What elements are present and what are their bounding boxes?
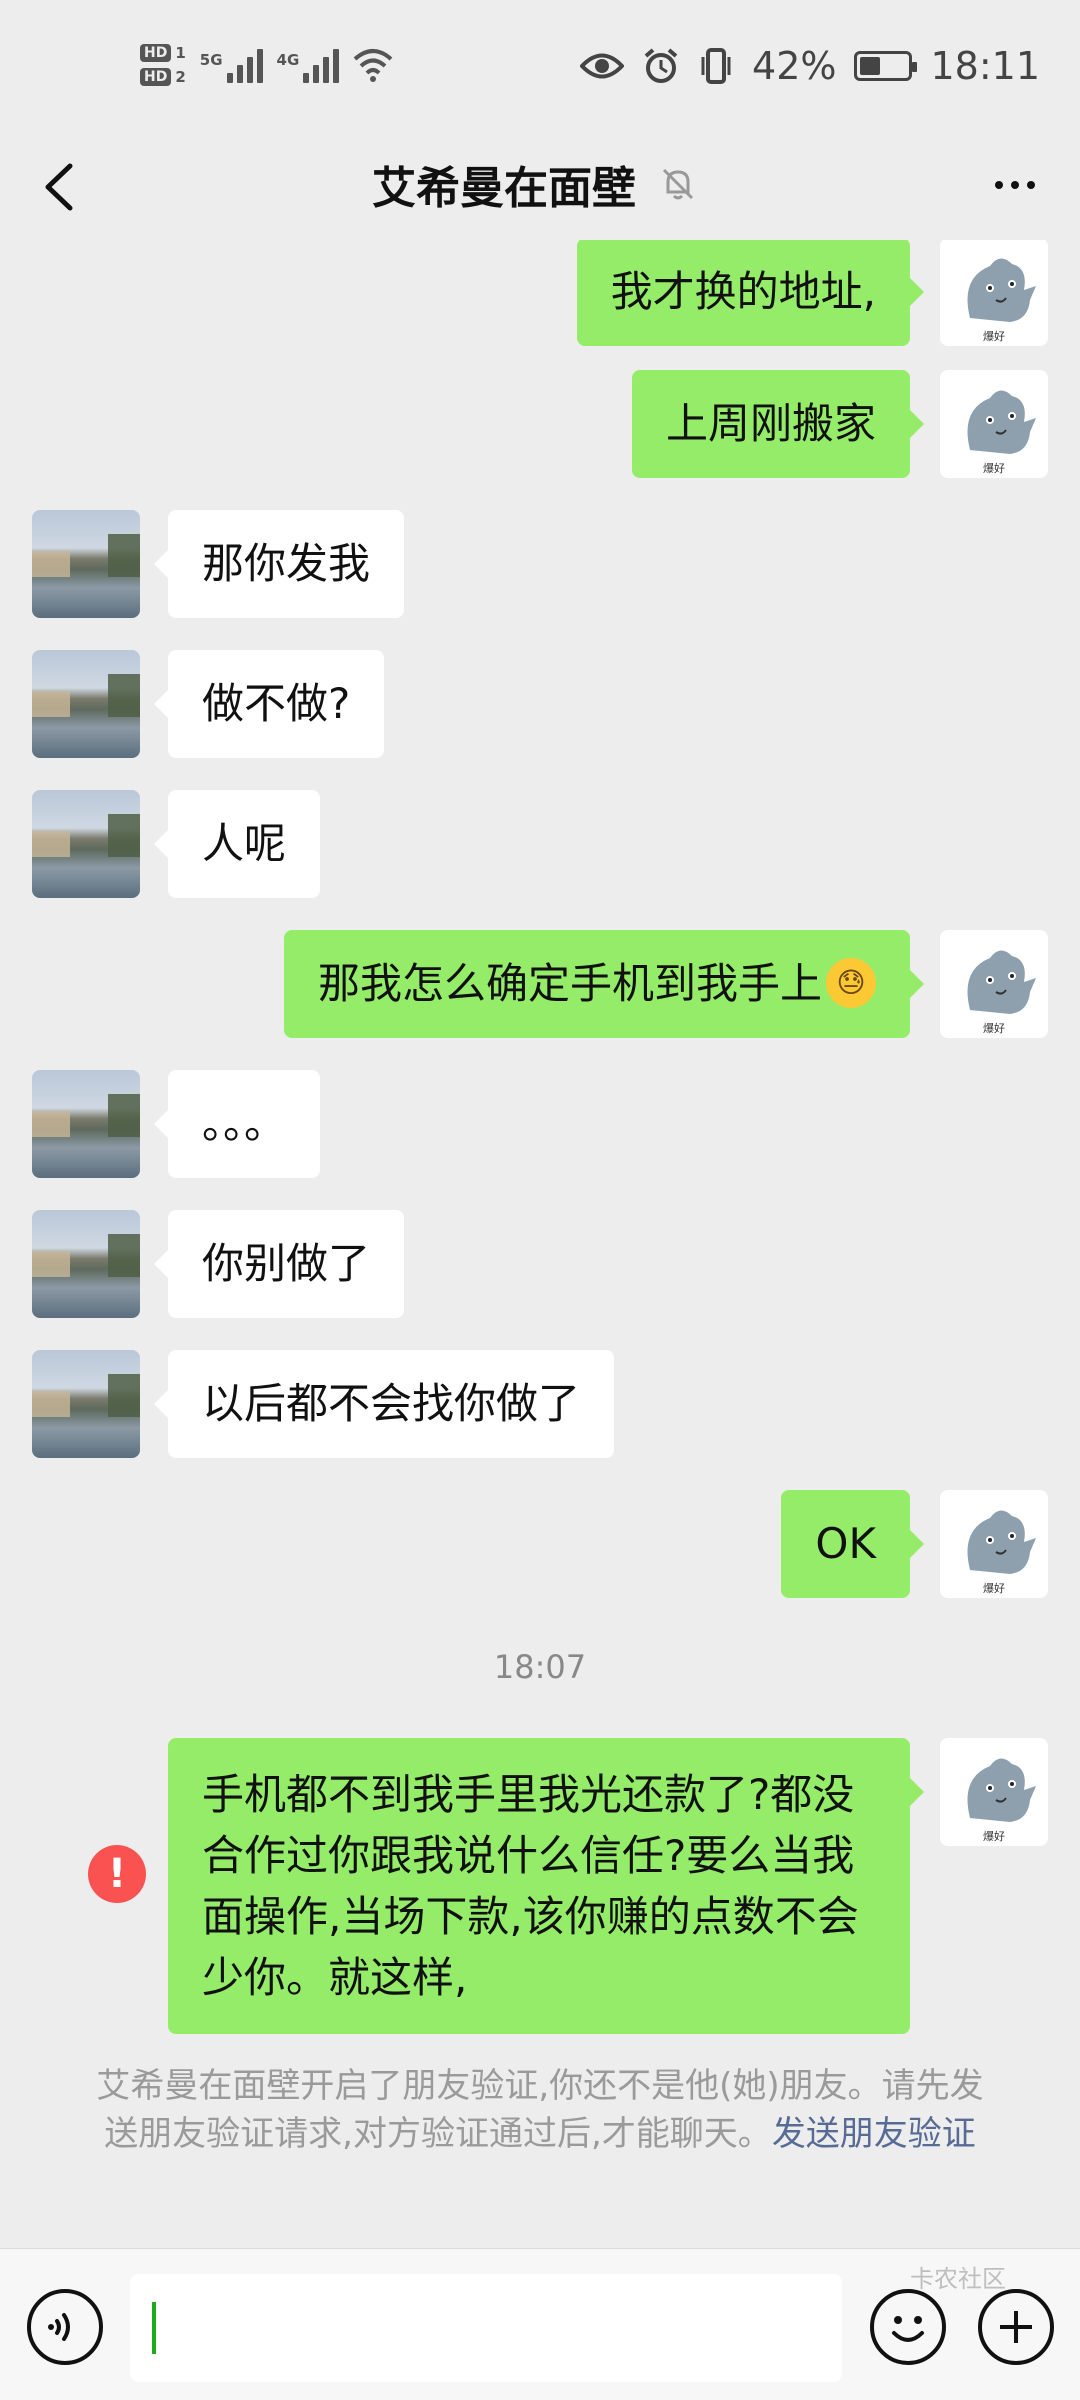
more-functions-button[interactable]: [978, 2289, 1054, 2365]
battery-fill: [860, 57, 880, 75]
status-left: HD 1 HD 2 5G 4G: [140, 30, 393, 100]
sim1-indicator: HD 1: [140, 44, 186, 62]
status-bar: HD 1 HD 2 5G 4G 42% 18:11: [0, 0, 1080, 130]
back-arrow-icon: [45, 163, 73, 211]
alarm-icon: [644, 48, 678, 83]
message-input[interactable]: [130, 2274, 842, 2382]
hd-badge: HD: [140, 44, 172, 62]
eye-icon: [580, 53, 625, 79]
chat-title: 艾希曼在面壁: [372, 163, 636, 214]
my-avatar[interactable]: 爆好: [940, 240, 1048, 346]
hd-badge: HD: [140, 68, 172, 86]
message-list[interactable]: 我才换的地址, 爆好 上周刚搬家 爆好 那你发我 做不做? 人呢 那我怎么确定手…: [0, 240, 1080, 2235]
dinosaur-sticker-icon: 爆好: [967, 390, 1036, 475]
signal-5g: 5G: [200, 47, 263, 83]
sticker-label: 爆好: [983, 1829, 1005, 1843]
sim2-indicator: HD 2: [140, 68, 186, 86]
contact-avatar[interactable]: [32, 1350, 140, 1458]
status-right: 42% 18:11: [580, 36, 1040, 96]
sticker-label: 爆好: [983, 461, 1005, 475]
friend-verification-notice: 艾希曼在面壁开启了朋友验证,你还不是他(她)朋友。请先发送朋友验证请求,对方验证…: [90, 2062, 990, 2158]
message-bubble-incoming[interactable]: 人呢: [153, 790, 321, 898]
input-bar: 卡农社区: [0, 2248, 1080, 2400]
my-avatar[interactable]: 爆好: [940, 930, 1048, 1038]
contact-avatar[interactable]: [32, 790, 140, 898]
mute-bell-icon: [662, 168, 694, 200]
message-bubble-incoming[interactable]: 你别做了: [153, 1210, 405, 1318]
watermark-logo: 卡农社区: [910, 2265, 1006, 2293]
wifi-icon: [353, 49, 393, 82]
contact-avatar[interactable]: [32, 650, 140, 758]
message-bubble-outgoing[interactable]: 上周刚搬家: [631, 370, 925, 478]
chat-header: 艾希曼在面壁: [0, 130, 1080, 240]
text-cursor: [152, 2302, 156, 2354]
voice-input-button[interactable]: [27, 2289, 103, 2365]
sim2-slot: 2: [175, 68, 186, 86]
more-dot-icon: [995, 181, 1003, 189]
dinosaur-sticker-icon: 爆好: [967, 1510, 1036, 1595]
more-options-button[interactable]: [980, 160, 1050, 210]
sweat-face-emoji-icon: 😓: [826, 957, 876, 1008]
message-bubble-outgoing[interactable]: 我才换的地址,: [576, 240, 925, 346]
header-title-group: 艾希曼在面壁: [372, 152, 698, 216]
sticker-label: 爆好: [983, 1021, 1005, 1035]
signal-bars-icon: [226, 47, 263, 83]
signal-bars-icon: [303, 47, 340, 83]
back-button[interactable]: [30, 152, 100, 222]
dinosaur-sticker-icon: 爆好: [967, 1758, 1036, 1843]
send-verification-link[interactable]: 发送朋友验证: [772, 2114, 976, 2154]
send-failed-icon[interactable]: !: [88, 1845, 146, 1903]
emoji-icon: [892, 2316, 924, 2342]
status-time: 18:11: [930, 44, 1040, 88]
more-dot-icon: [1027, 181, 1035, 189]
sticker-label: 爆好: [983, 1581, 1005, 1595]
dinosaur-sticker-icon: 爆好: [967, 258, 1036, 343]
message-bubble-incoming[interactable]: 那你发我: [153, 510, 405, 618]
my-avatar[interactable]: 爆好: [940, 1738, 1048, 1846]
message-text: 那我怎么确定手机到我手上: [317, 959, 822, 1008]
message-bubble-incoming[interactable]: 做不做?: [153, 650, 385, 758]
sim-indicators: HD 1 HD 2: [140, 44, 186, 86]
battery-icon: [854, 51, 918, 81]
message-timestamp: 18:07: [493, 1648, 587, 1686]
contact-avatar[interactable]: [32, 510, 140, 618]
vibrate-icon: [701, 48, 731, 84]
contact-avatar[interactable]: [32, 1070, 140, 1178]
message-bubble-incoming[interactable]: 。。。: [153, 1070, 321, 1178]
battery-percent: 42%: [752, 44, 837, 88]
net1-label: 5G: [199, 51, 223, 69]
message-bubble-outgoing-failed[interactable]: 手机都不到我手里我光还款了?都没合作过你跟我说什么信任?要么当我面操作,当场下款…: [168, 1738, 924, 2034]
dinosaur-sticker-icon: 爆好: [967, 950, 1036, 1035]
sticker-label: 爆好: [983, 329, 1005, 343]
voice-icon: [48, 2313, 70, 2341]
emoji-button[interactable]: [870, 2289, 946, 2365]
net2-label: 4G: [276, 51, 300, 69]
message-bubble-incoming[interactable]: 以后都不会找你做了: [153, 1350, 615, 1458]
message-bubble-outgoing[interactable]: 那我怎么确定手机到我手上 😓: [283, 930, 925, 1038]
my-avatar[interactable]: 爆好: [940, 370, 1048, 478]
sim1-slot: 1: [175, 44, 186, 62]
signal-4g: 4G: [277, 47, 340, 83]
contact-avatar[interactable]: [32, 1210, 140, 1318]
my-avatar[interactable]: 爆好: [940, 1490, 1048, 1598]
message-bubble-outgoing[interactable]: OK: [781, 1490, 924, 1598]
more-dot-icon: [1011, 181, 1019, 189]
